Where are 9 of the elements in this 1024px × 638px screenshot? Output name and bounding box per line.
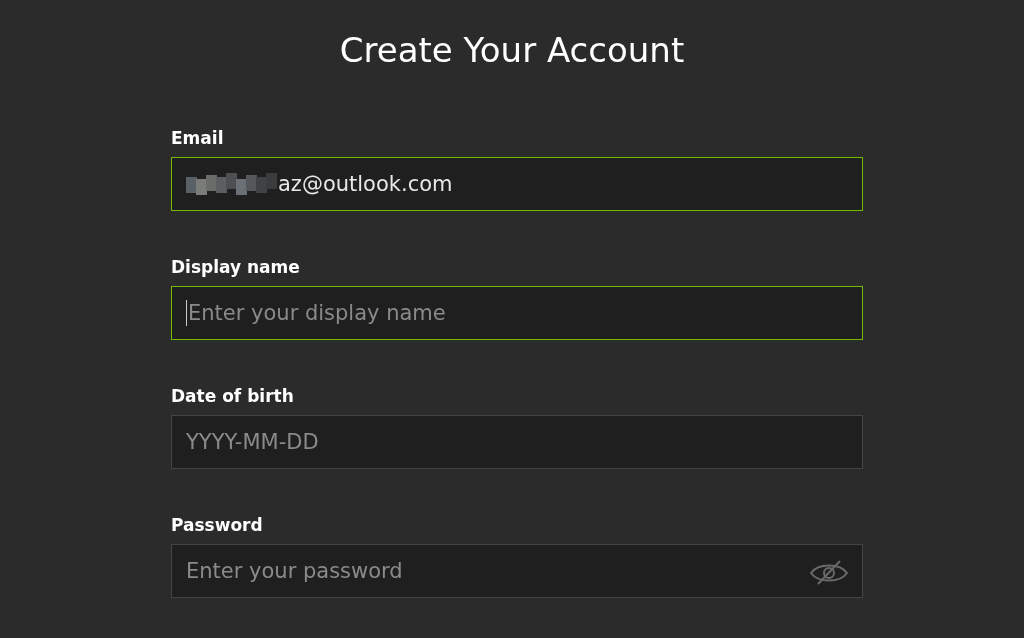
input-field[interactable]: YYYY-MM-DD: [171, 415, 863, 469]
field-label: Password: [171, 514, 264, 537]
field-label: Date of birth: [171, 385, 295, 408]
password-field[interactable]: Enter your password: [171, 544, 863, 598]
field-label: Display name: [171, 256, 301, 279]
field-label: Email: [171, 127, 225, 150]
input-field[interactable]: az@outlook.com: [171, 157, 863, 211]
page-title: Create Your Account: [339, 29, 685, 72]
input-field[interactable]: Enter your display name: [171, 286, 863, 340]
